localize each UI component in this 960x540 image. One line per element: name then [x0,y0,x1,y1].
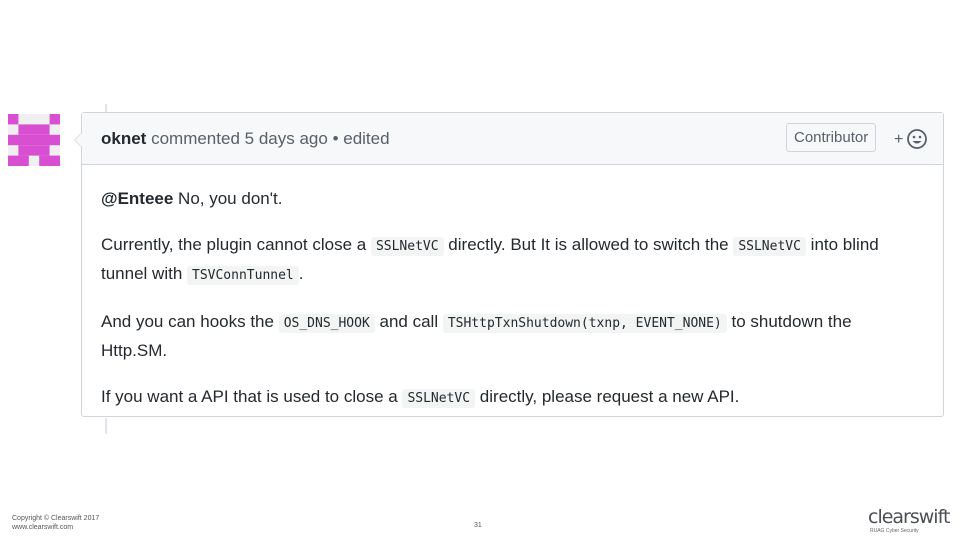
timeline-line-top [105,104,107,112]
text: If you want a API that is used to close … [101,387,403,406]
footer-copyright: Copyright © Clearswift 2017 www.clearswi… [12,514,99,532]
paragraph-4: If you want a API that is used to close … [101,383,921,412]
clearswift-logo: clearswift RUAG Cyber Security [868,506,950,535]
text: directly, please request a new API. [475,387,740,406]
logo-wordmark: clearswift [868,506,950,528]
author-link[interactable]: oknet [101,129,146,148]
comment-timestamp[interactable]: 5 days ago [245,129,328,148]
comment-meta: oknet commented 5 days ago • edited [101,129,390,149]
text: and call [374,312,443,331]
text: . [298,264,304,283]
comment-header: oknet commented 5 days ago • edited Cont… [82,113,943,165]
meta-separator: • [332,129,339,148]
inline-code: SSLNetVC [402,389,476,408]
add-reaction-button[interactable]: + [894,128,928,150]
inline-code: SSLNetVC [370,237,444,256]
copyright-text: Copyright © Clearswift 2017 [12,515,100,522]
text: directly. But It is allowed to switch th… [443,235,734,254]
contributor-badge: Contributor [786,123,877,152]
edited-dropdown[interactable]: edited [343,129,389,148]
text: No, you don't. [173,189,283,208]
comment-action: commented [151,129,240,148]
text: And you can hooks the [101,312,279,331]
page-number: 31 [474,522,482,529]
inline-code: SSLNetVC [733,237,806,256]
inline-code: TSHttpTxnShutdown(txnp, EVENT_NONE) [442,314,727,333]
comment: oknet commented 5 days ago • edited Cont… [74,112,944,417]
user-mention[interactable]: @Enteee [101,189,173,208]
plus-icon: + [894,131,903,148]
inline-code: OS_DNS_HOOK [278,314,375,333]
paragraph-3: And you can hooks the OS_DNS_HOOK and ca… [101,308,921,364]
paragraph-1: @Enteee No, you don't. [101,185,921,212]
comment-body: @Enteee No, you don't. Currently, the pl… [101,185,921,431]
avatar[interactable] [8,114,60,166]
logo-tagline: RUAG Cyber Security [870,528,919,534]
website-text: www.clearswift.com [12,524,74,531]
text: Currently, the plugin cannot close a [101,235,371,254]
inline-code: TSVConnTunnel [187,266,299,285]
paragraph-2: Currently, the plugin cannot close a SSL… [101,231,921,289]
smiley-icon [907,129,927,149]
